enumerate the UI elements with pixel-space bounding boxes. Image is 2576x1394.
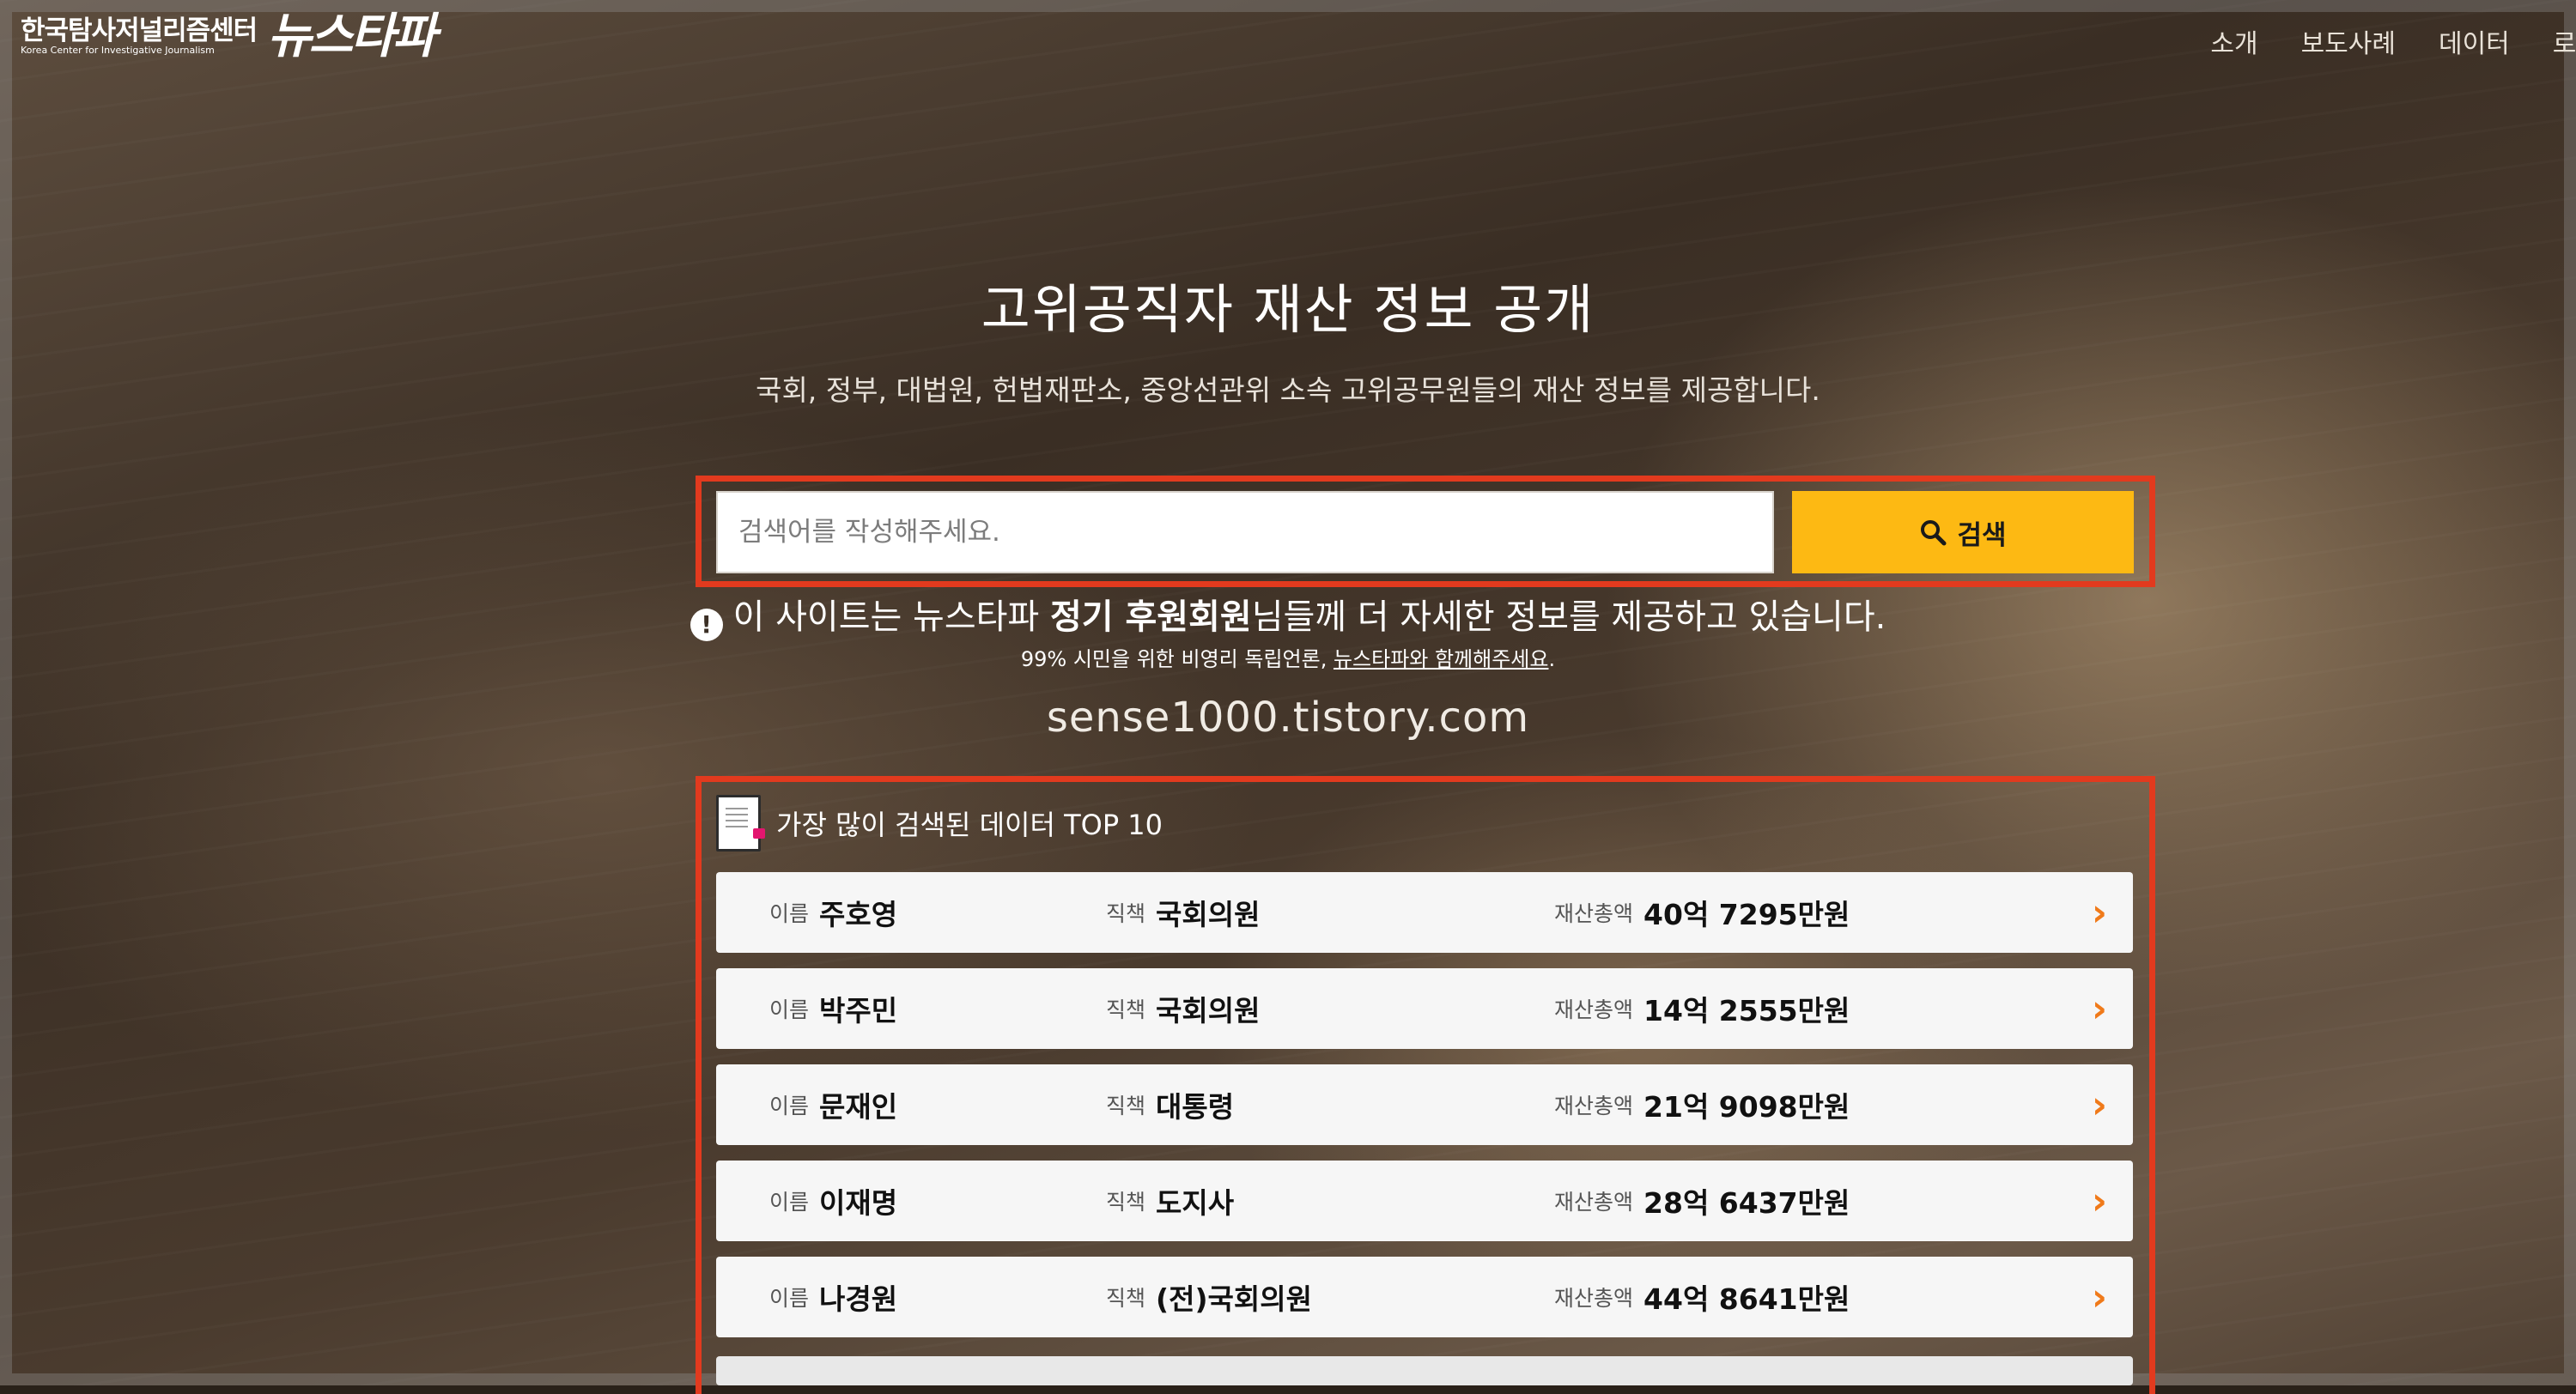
asset-label: 재산총액 <box>1554 997 1634 1022</box>
support-end: . <box>1548 647 1556 671</box>
top-nav: 소개 보도사례 데이터 로그 <box>2210 22 2576 60</box>
asset-cell: 재산총액 21억 9098만원 <box>1554 1064 1850 1145</box>
name-label: 이름 <box>769 1286 810 1311</box>
position-cell: 직책 (전)국회의원 <box>1106 1257 1312 1337</box>
page-title: 고위공직자 재산 정보 공개 <box>981 278 1595 341</box>
name-value: 문재인 <box>819 1090 898 1124</box>
logo-english: Korea Center for Investigative Journalis… <box>21 45 215 56</box>
position-value: (전)국회의원 <box>1156 1282 1312 1316</box>
asset-value: 40억 7295만원 <box>1643 898 1850 931</box>
position-value: 도지사 <box>1156 1186 1235 1220</box>
position-cell: 직책 대통령 <box>1106 1064 1234 1145</box>
asset-cell: 재산총액 14억 2555만원 <box>1554 968 1850 1049</box>
member-notice: ! 이 사이트는 뉴스타파 정기 후원회원님들께 더 자세한 정보를 제공하고 있… <box>0 589 2576 641</box>
asset-value: 14억 2555만원 <box>1643 994 1850 1027</box>
table-row[interactable]: 이름 나경원 직책 (전)국회의원 재산총액 44억 8641만원 › <box>716 1257 2133 1337</box>
search-input[interactable] <box>716 491 1774 573</box>
newstapa-logo-mark: 뉴스타파 <box>267 8 436 64</box>
position-cell: 직책 국회의원 <box>1106 872 1260 953</box>
asset-cell: 재산총액 40억 7295만원 <box>1554 872 1850 953</box>
name-label: 이름 <box>769 901 810 926</box>
top10-title: 가장 많이 검색된 데이터 TOP 10 <box>776 809 1163 841</box>
nav-data[interactable]: 데이터 <box>2439 22 2510 60</box>
support-notice: 99% 시민을 위한 비영리 독립언론, 뉴스타파와 함께해주세요. <box>0 642 2576 672</box>
position-value: 대통령 <box>1156 1090 1235 1124</box>
asset-value: 44억 8641만원 <box>1643 1282 1850 1316</box>
position-label: 직책 <box>1106 901 1146 926</box>
page-subtitle: 국회, 정부, 대법원, 헌법재판소, 중앙선관위 소속 고위공무원들의 재산 … <box>756 373 1820 407</box>
nav-reports[interactable]: 보도사례 <box>2301 22 2396 60</box>
position-value: 국회의원 <box>1156 898 1261 931</box>
asset-label: 재산총액 <box>1554 1286 1634 1311</box>
asset-value: 28억 6437만원 <box>1643 1186 1850 1220</box>
support-text: 99% 시민을 위한 비영리 독립언론, <box>1020 647 1334 671</box>
name-cell: 이름 주호영 <box>769 872 897 953</box>
asset-label: 재산총액 <box>1554 1190 1634 1215</box>
support-link[interactable]: 뉴스타파와 함께해주세요 <box>1334 647 1549 671</box>
name-cell: 이름 나경원 <box>769 1257 897 1337</box>
logo-text-block: 한국탐사저널리즘센터 Korea Center for Investigativ… <box>21 15 258 56</box>
name-label: 이름 <box>769 997 810 1022</box>
name-value: 박주민 <box>819 994 898 1027</box>
asset-label: 재산총액 <box>1554 1094 1634 1118</box>
table-row[interactable]: 이름 문재인 직책 대통령 재산총액 21억 9098만원 › <box>716 1064 2133 1145</box>
site-logo[interactable]: 한국탐사저널리즘센터 Korea Center for Investigativ… <box>21 8 436 64</box>
search-button-label: 검색 <box>1957 519 2007 550</box>
name-cell: 이름 문재인 <box>769 1064 897 1145</box>
table-row[interactable]: 이름 이재명 직책 도지사 재산총액 28억 6437만원 › <box>716 1161 2133 1241</box>
name-value: 나경원 <box>819 1282 898 1316</box>
document-icon <box>716 795 765 852</box>
notice-bold: 정기 후원회원 <box>1049 597 1252 637</box>
position-value: 국회의원 <box>1156 994 1261 1027</box>
position-label: 직책 <box>1106 1286 1146 1311</box>
name-label: 이름 <box>769 1190 810 1215</box>
position-label: 직책 <box>1106 1094 1146 1118</box>
name-label: 이름 <box>769 1094 810 1118</box>
chevron-right-icon: › <box>2091 986 2107 1031</box>
chevron-right-icon: › <box>2091 1275 2107 1319</box>
top10-header: 가장 많이 검색된 데이터 TOP 10 <box>716 795 1163 852</box>
position-label: 직책 <box>1106 1190 1146 1215</box>
logo-korean: 한국탐사저널리즘센터 <box>21 15 258 46</box>
nav-login[interactable]: 로그 <box>2553 22 2576 60</box>
asset-cell: 재산총액 44억 8641만원 <box>1554 1257 1850 1337</box>
search-button[interactable]: 검색 <box>1792 491 2134 573</box>
table-row[interactable]: 이름 박주민 직책 국회의원 재산총액 14억 2555만원 › <box>716 968 2133 1049</box>
asset-cell: 재산총액 28억 6437만원 <box>1554 1161 1850 1241</box>
chevron-right-icon: › <box>2091 1082 2107 1127</box>
asset-value: 21억 9098만원 <box>1643 1090 1850 1124</box>
asset-label: 재산총액 <box>1554 901 1634 926</box>
name-cell: 이름 이재명 <box>769 1161 897 1241</box>
nav-about[interactable]: 소개 <box>2210 22 2257 60</box>
position-cell: 직책 도지사 <box>1106 1161 1234 1241</box>
search-icon <box>1921 520 1947 546</box>
table-row[interactable]: 이름 주호영 직책 국회의원 재산총액 40억 7295만원 › <box>716 872 2133 953</box>
name-cell: 이름 박주민 <box>769 968 897 1049</box>
position-label: 직책 <box>1106 997 1146 1022</box>
chevron-right-icon: › <box>2091 1179 2107 1223</box>
name-value: 주호영 <box>819 898 898 931</box>
notice-suffix: 님들께 더 자세한 정보를 제공하고 있습니다. <box>1251 597 1886 637</box>
notice-prefix: 이 사이트는 뉴스타파 <box>732 597 1050 637</box>
watermark-text: sense1000.tistory.com <box>1046 694 1530 742</box>
name-value: 이재명 <box>819 1186 898 1220</box>
table-row-partial[interactable] <box>716 1356 2133 1385</box>
chevron-right-icon: › <box>2091 890 2107 935</box>
position-cell: 직책 국회의원 <box>1106 968 1260 1049</box>
exclamation-icon: ! <box>690 608 723 641</box>
